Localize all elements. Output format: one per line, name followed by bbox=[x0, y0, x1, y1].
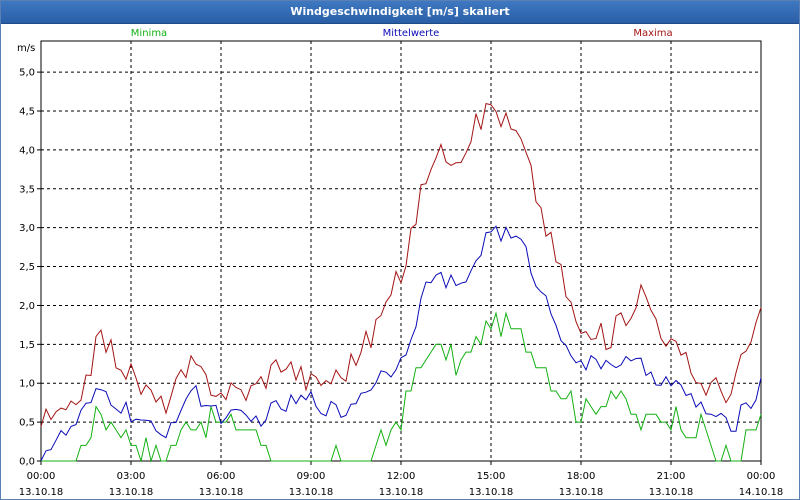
x-tick-date-label: 13.10.18 bbox=[109, 487, 154, 498]
x-tick-date-label: 13.10.18 bbox=[379, 487, 424, 498]
y-tick-label: 4,0 bbox=[19, 145, 35, 156]
x-tick-time-label: 00:00 bbox=[27, 471, 56, 482]
x-tick-date-label: 13.10.18 bbox=[469, 487, 514, 498]
x-tick-date-label: 13.10.18 bbox=[19, 487, 64, 498]
x-axis-ticks: 00:00 13.10.18 03:00 13.10.18 06:00 13.10.18 0… bbox=[19, 461, 784, 498]
legend-label-maxima: Maxima bbox=[633, 28, 672, 39]
legend: Minima Mittelwerte Maxima bbox=[131, 28, 673, 39]
x-tick-time-label: 09:00 bbox=[297, 471, 326, 482]
y-tick-label: 2,0 bbox=[19, 301, 35, 312]
y-tick-label: 2,5 bbox=[19, 262, 35, 273]
legend-label-minima: Minima bbox=[131, 28, 167, 39]
y-tick-label: 1,5 bbox=[19, 340, 35, 351]
y-tick-label: 5,0 bbox=[19, 68, 35, 79]
x-tick-time-label: 06:00 bbox=[207, 471, 236, 482]
y-tick-label: 3,0 bbox=[19, 223, 35, 234]
chart-window: Windgeschwindigkeit [m/s] skaliert m/s 0… bbox=[0, 0, 800, 500]
x-tick-date-label: 13.10.18 bbox=[559, 487, 604, 498]
y-axis-unit-label: m/s bbox=[17, 43, 35, 54]
y-tick-label: 0,5 bbox=[19, 418, 35, 429]
x-tick-time-label: 15:00 bbox=[477, 471, 506, 482]
y-tick-label: 0,0 bbox=[19, 457, 35, 468]
x-tick-date-label: 13.10.18 bbox=[649, 487, 694, 498]
x-tick-time-label: 03:00 bbox=[117, 471, 146, 482]
x-tick-time-label: 12:00 bbox=[387, 471, 416, 482]
x-tick-date-label: 13.10.18 bbox=[199, 487, 244, 498]
legend-label-mittelwerte: Mittelwerte bbox=[383, 28, 440, 39]
x-tick-time-label: 18:00 bbox=[567, 471, 596, 482]
x-tick-time-label: 21:00 bbox=[657, 471, 686, 482]
y-tick-label: 1,0 bbox=[19, 379, 35, 390]
y-tick-label: 3,5 bbox=[19, 184, 35, 195]
x-tick-date-label: 13.10.18 bbox=[289, 487, 334, 498]
x-tick-date-label: 14.10.18 bbox=[739, 487, 784, 498]
x-tick-time-label: 00:00 bbox=[747, 471, 776, 482]
y-tick-label: 4,5 bbox=[19, 107, 35, 118]
y-axis-ticks: 0,0 0,5 1,0 1,5 2,0 2,5 3,0 3,5 4,0 4,5 5,0 bbox=[19, 68, 41, 468]
wind-speed-chart: m/s 0,0 0,5 1,0 1,5 2,0 2,5 3,0 3,5 4,0 4,5 5,0 00… bbox=[17, 28, 784, 498]
